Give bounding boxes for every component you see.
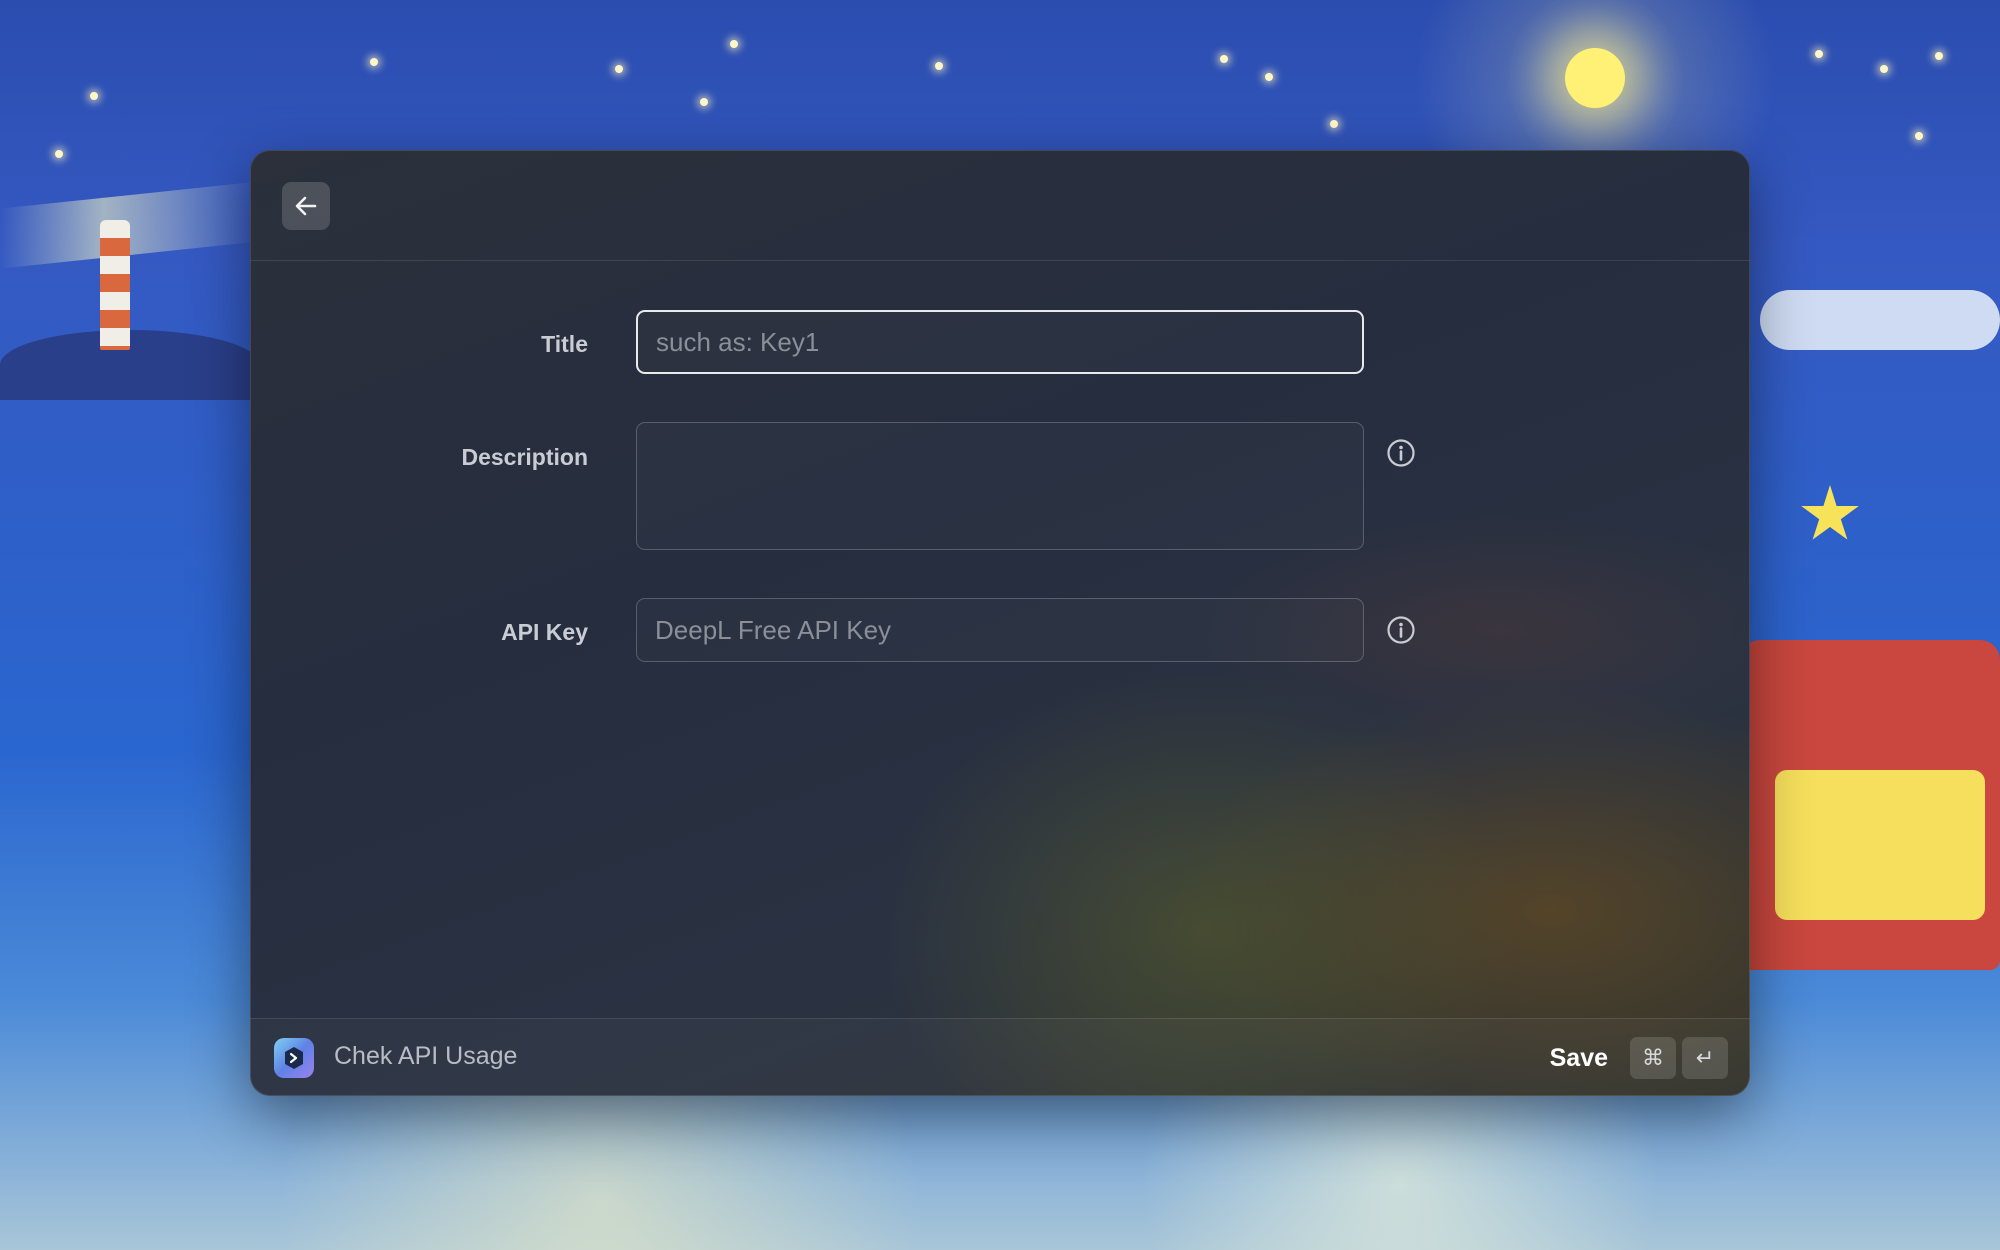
star-decoration <box>1815 50 1823 58</box>
star-decoration <box>700 98 708 106</box>
star-decoration <box>1265 73 1273 81</box>
api-key-label: API Key <box>501 619 588 645</box>
moon-illustration <box>1565 48 1625 108</box>
star-decoration <box>1880 65 1888 73</box>
info-circle-icon <box>1386 615 1416 645</box>
extension-title: Chek API Usage <box>334 1042 518 1070</box>
description-textarea[interactable] <box>636 422 1364 550</box>
star-decoration <box>55 150 63 158</box>
star-decoration <box>615 65 623 73</box>
command-key-icon: ⌘ <box>1630 1037 1676 1079</box>
back-button[interactable] <box>282 182 330 230</box>
action-bar: Chek API Usage Save ⌘ ↵ <box>250 1018 1750 1096</box>
star-decoration <box>1935 52 1943 60</box>
api-key-info-button[interactable] <box>1386 615 1416 645</box>
api-key-input[interactable] <box>636 598 1364 662</box>
star-decoration <box>1915 132 1923 140</box>
star-decoration <box>730 40 738 48</box>
smiling-star-illustration <box>1801 485 1859 540</box>
save-label: Save <box>1549 1043 1608 1072</box>
description-info-button[interactable] <box>1386 438 1416 468</box>
star-decoration <box>370 58 378 66</box>
island-illustration <box>0 330 260 400</box>
lighthouse-illustration <box>100 220 130 350</box>
star-cargo-illustration <box>1775 770 1985 920</box>
lighthouse-beam <box>0 181 260 269</box>
return-key-icon: ↵ <box>1682 1037 1728 1079</box>
title-input[interactable] <box>636 310 1364 374</box>
extension-form-window: Title Description API Key <box>250 150 1750 1096</box>
star-decoration <box>1220 55 1228 63</box>
star-decoration <box>1330 120 1338 128</box>
title-label: Title <box>541 331 588 357</box>
arrow-left-icon <box>293 193 319 219</box>
cloud-illustration <box>1760 290 2000 350</box>
save-button[interactable]: Save ⌘ ↵ <box>1550 1036 1728 1080</box>
window-header <box>250 150 1750 261</box>
star-decoration <box>90 92 98 100</box>
description-label: Description <box>461 444 588 470</box>
star-decoration <box>935 62 943 70</box>
info-circle-icon <box>1386 438 1416 468</box>
deepl-logo-icon <box>274 1038 314 1078</box>
